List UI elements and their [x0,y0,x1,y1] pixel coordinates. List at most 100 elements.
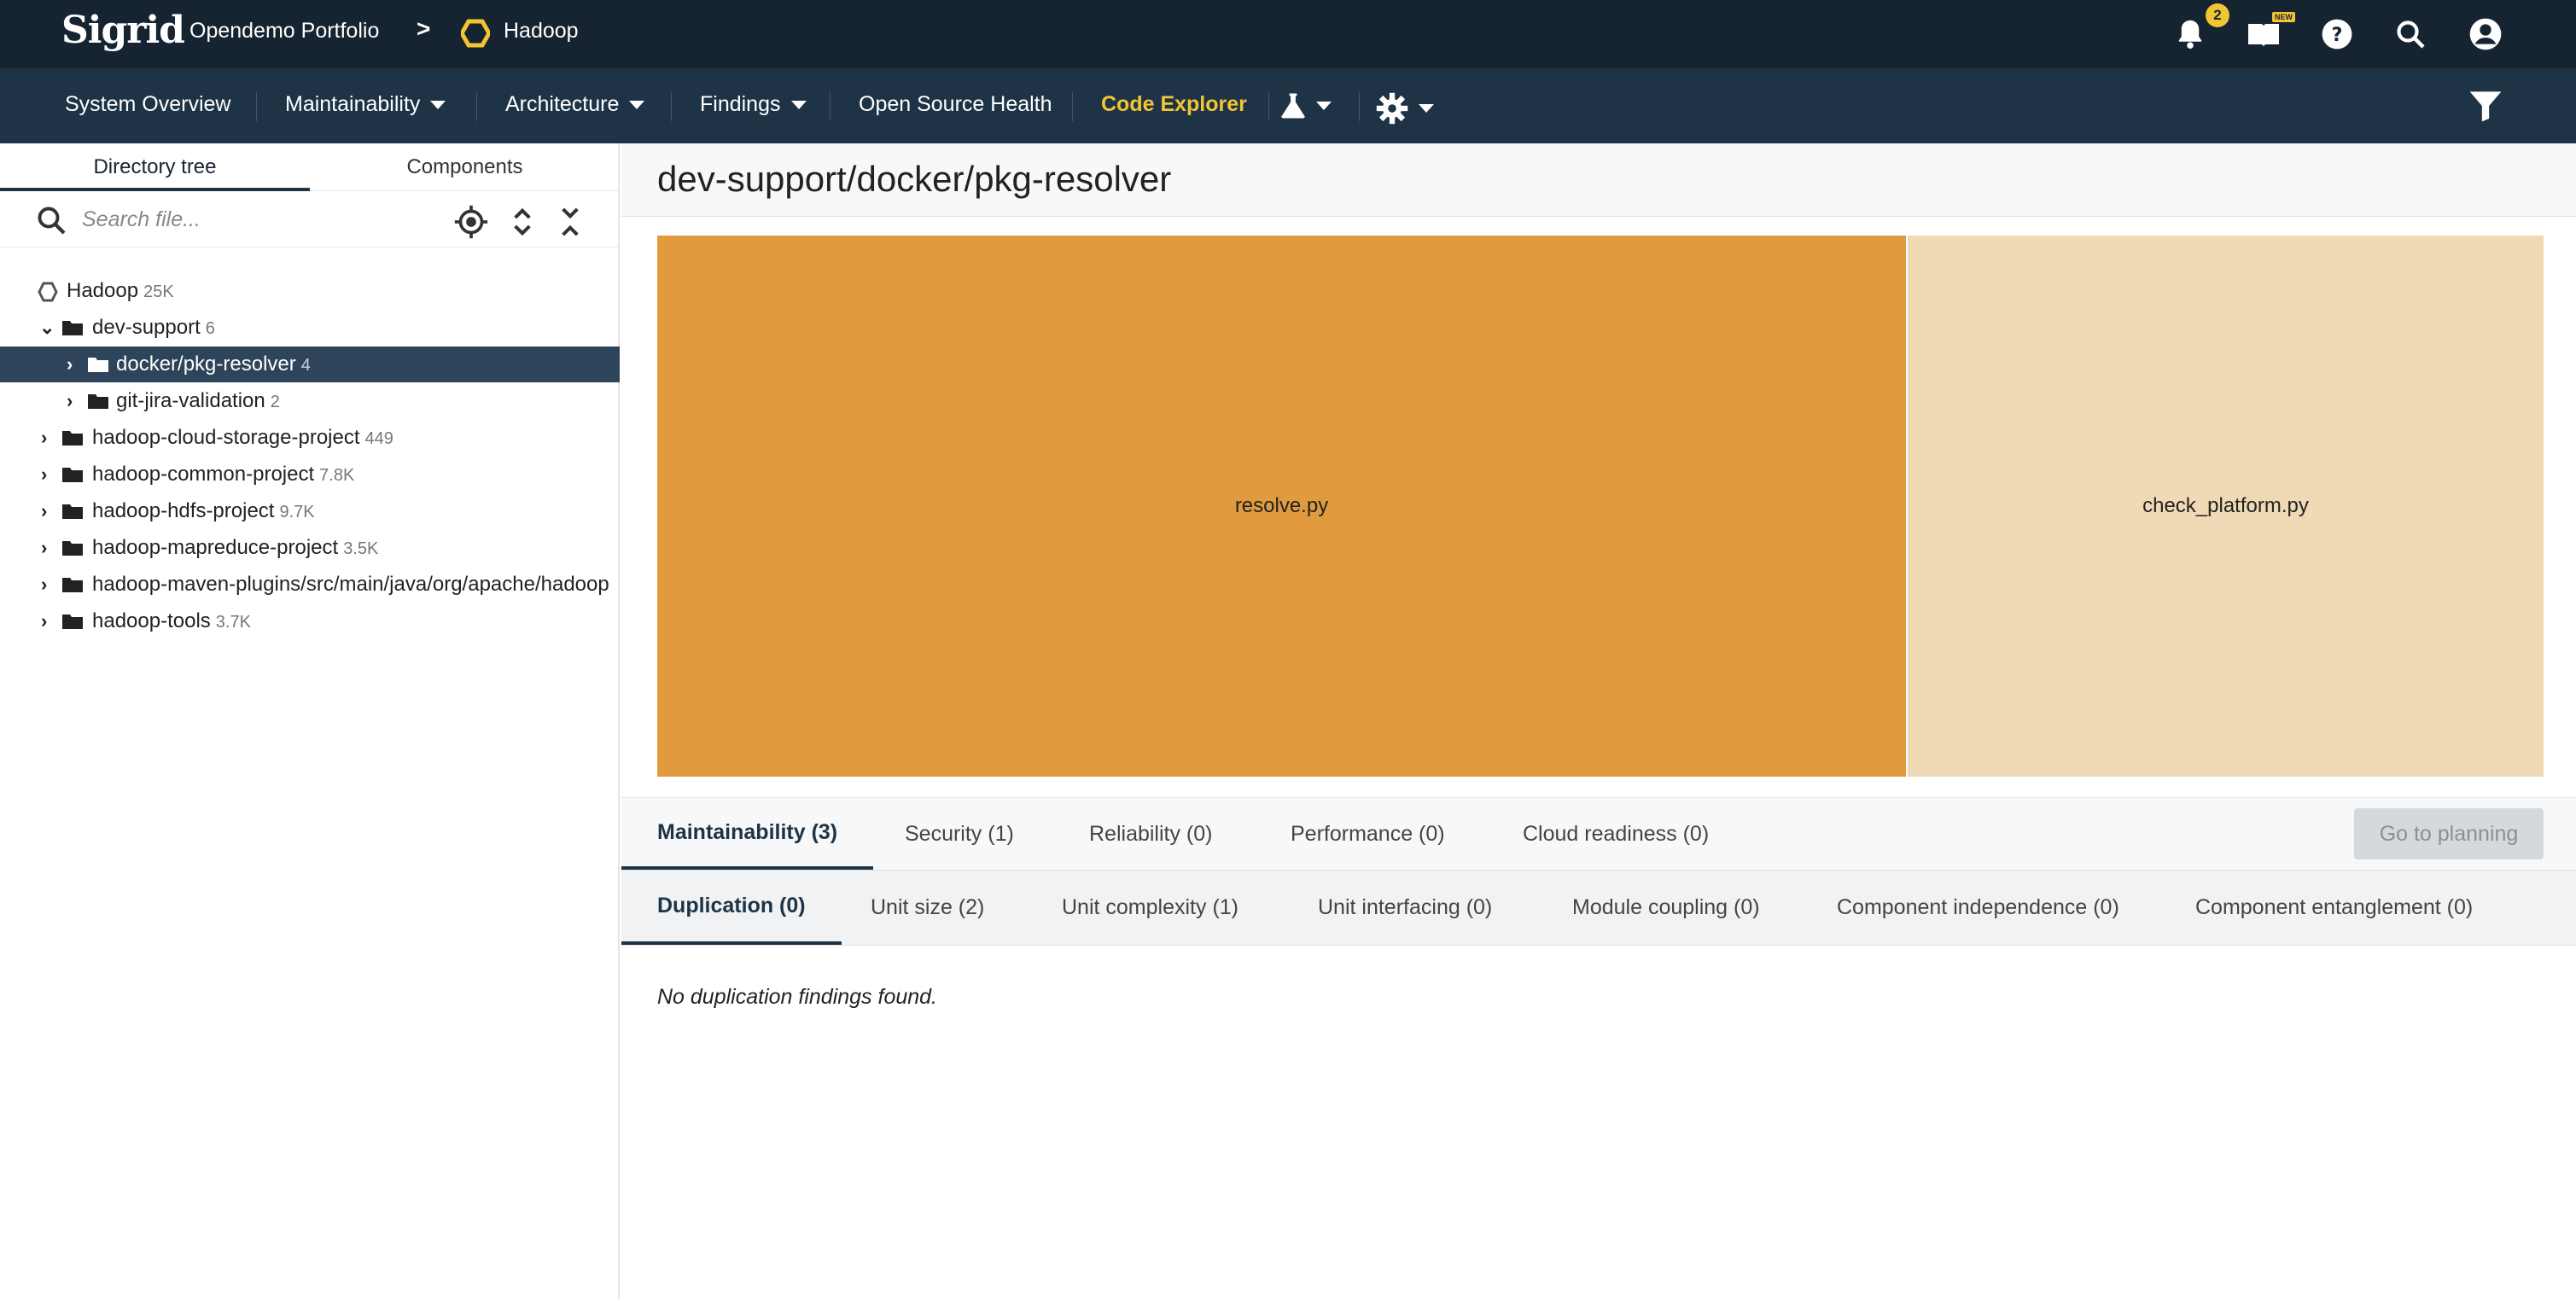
nav-divider [1072,92,1073,121]
folder-icon [62,615,83,629]
tree-item-count: 7.8K [319,466,355,485]
chevron-right-icon[interactable]: › [41,493,47,529]
empty-findings-message: No duplication findings found. [657,985,938,1009]
nav-code-explorer[interactable]: Code Explorer [1101,92,1247,117]
nav-findings[interactable]: Findings [700,92,807,117]
page-title: dev-support/docker/pkg-resolver [657,159,1172,199]
chevron-right-icon[interactable]: › [41,567,47,603]
treemap-cell-label: resolve.py [1234,494,1329,517]
account-icon[interactable] [2467,15,2504,53]
tab-directory-tree[interactable]: Directory tree [0,143,310,191]
main-nav: System Overview Maintainability Architec… [0,68,2576,143]
folder-icon [62,504,83,519]
chevron-down-icon [430,100,446,109]
chevron-right-icon[interactable]: › [67,347,73,382]
tree-item-label: dev-support [92,316,201,339]
search-icon[interactable] [2392,15,2429,53]
tree-item-count: 3.5K [343,539,379,558]
go-to-planning-button[interactable]: Go to planning [2354,808,2544,859]
main-content: dev-support/docker/pkg-resolver resolve.… [621,143,2576,1299]
nav-divider [671,92,672,121]
tab-duplication[interactable]: Duplication (0) [621,871,842,945]
tree-item-count: 25K [143,283,174,301]
tree-item-hadoop[interactable]: Hadoop 25K [0,273,620,309]
chevron-right-icon[interactable]: › [41,420,47,456]
collapse-all-icon[interactable] [553,205,587,239]
tab-component-entanglement[interactable]: Component entanglement (0) [2195,871,2473,945]
tree-item-label: hadoop-cloud-storage-project [92,426,360,449]
chevron-down-icon [629,100,645,109]
tab-components[interactable]: Components [310,143,620,191]
folder-icon [62,321,83,335]
system-hexagon-icon [38,282,58,302]
property-tabs: Duplication (0) Unit size (2) Unit compl… [621,871,2576,946]
tab-module-coupling[interactable]: Module coupling (0) [1572,871,1760,945]
bell-icon[interactable] [2171,15,2209,53]
left-panel: Directory tree Components Hadoop25K ⌄ de… [0,143,620,1299]
svg-text:?: ? [2332,24,2343,46]
nav-settings-menu[interactable] [1376,92,1434,125]
category-tabs: Maintainability (3) Security (1) Reliabi… [621,797,2576,871]
tree-item-label: hadoop-common-project [92,463,315,486]
tree-item-count: 9.7K [279,503,315,521]
tree-item-label: hadoop-maven-plugins/src/main/java/org/a… [92,573,609,596]
title-bar: dev-support/docker/pkg-resolver [621,143,2576,217]
chevron-right-icon[interactable]: › [41,603,47,639]
sigrid-logo[interactable]: Sigrid [61,9,185,52]
nav-open-source-health[interactable]: Open Source Health [859,92,1052,117]
tree-item-hadoop-common-project[interactable]: › hadoop-common-project 7.8K [0,457,620,492]
tree-item-dev-support[interactable]: ⌄ dev-support 6 [0,310,620,346]
tab-unit-complexity[interactable]: Unit complexity (1) [1062,871,1238,945]
chevron-right-icon[interactable]: › [67,383,73,419]
nav-divider [256,92,257,121]
nav-divider [476,92,477,121]
nav-labs-menu[interactable] [1280,92,1332,119]
treemap-cell-resolve-py[interactable]: resolve.py [657,236,1907,777]
tree-item-git-jira-validation[interactable]: › git-jira-validation 2 [0,383,620,419]
tab-reliability[interactable]: Reliability (0) [1089,798,1212,870]
tree-item-hadoop-maven-plugins[interactable]: › hadoop-maven-plugins/src/main/java/org… [0,567,620,603]
file-treemap: resolve.py check_platform.py [657,236,2544,777]
tree-item-hadoop-hdfs-project[interactable]: › hadoop-hdfs-project 9.7K [0,493,620,529]
help-icon[interactable]: ? [2318,15,2356,53]
chevron-right-icon[interactable]: › [41,457,47,492]
breadcrumb-portfolio[interactable]: Opendemo Portfolio [189,19,379,44]
treemap-cell-label: check_platform.py [2142,494,2309,517]
nav-architecture[interactable]: Architecture [505,92,645,117]
tree-item-hadoop-tools[interactable]: › hadoop-tools 3.7K [0,603,620,639]
nav-divider [1359,92,1360,121]
chevron-down-icon [790,100,807,109]
nav-maintainability[interactable]: Maintainability [285,92,446,117]
filter-button[interactable] [2468,89,2503,123]
top-bar: Sigrid Opendemo Portfolio > Hadoop 2 NEW… [0,0,2576,68]
breadcrumb-system[interactable]: Hadoop [504,19,579,44]
expand-all-icon[interactable] [505,205,539,239]
flask-icon [1281,93,1305,119]
tab-maintainability[interactable]: Maintainability (3) [621,798,874,870]
treemap-cell-check-platform-py[interactable]: check_platform.py [1906,236,2544,777]
folder-icon [88,358,108,372]
folder-icon [62,578,83,592]
search-icon [38,207,66,235]
tab-unit-interfacing[interactable]: Unit interfacing (0) [1318,871,1492,945]
folder-icon [62,541,83,556]
tree-item-label: Hadoop [67,279,139,302]
tree-item-count: 6 [205,319,215,338]
tab-security[interactable]: Security (1) [905,798,1014,870]
tab-component-independence[interactable]: Component independence (0) [1837,871,2119,945]
tree-item-count: 3.7K [215,613,251,632]
nav-divider [1268,92,1269,121]
tab-performance[interactable]: Performance (0) [1291,798,1445,870]
tab-unit-size[interactable]: Unit size (2) [871,871,984,945]
tree-item-docker-pkg-resolver[interactable]: › docker/pkg-resolver 4 [0,347,620,382]
chevron-down-icon[interactable]: ⌄ [39,310,55,346]
nav-system-overview[interactable]: System Overview [65,92,230,117]
tree-item-hadoop-mapreduce-project[interactable]: › hadoop-mapreduce-project 3.5K [0,530,620,566]
chevron-right-icon[interactable]: › [41,530,47,566]
tree-item-hadoop-cloud-storage-project[interactable]: › hadoop-cloud-storage-project 449 [0,420,620,456]
tab-cloud-readiness[interactable]: Cloud readiness (0) [1523,798,1709,870]
tree-item-count: 2 [270,393,280,411]
file-search-input[interactable] [82,201,440,237]
locate-icon[interactable] [454,205,488,239]
notification-count-badge: 2 [2206,3,2229,27]
